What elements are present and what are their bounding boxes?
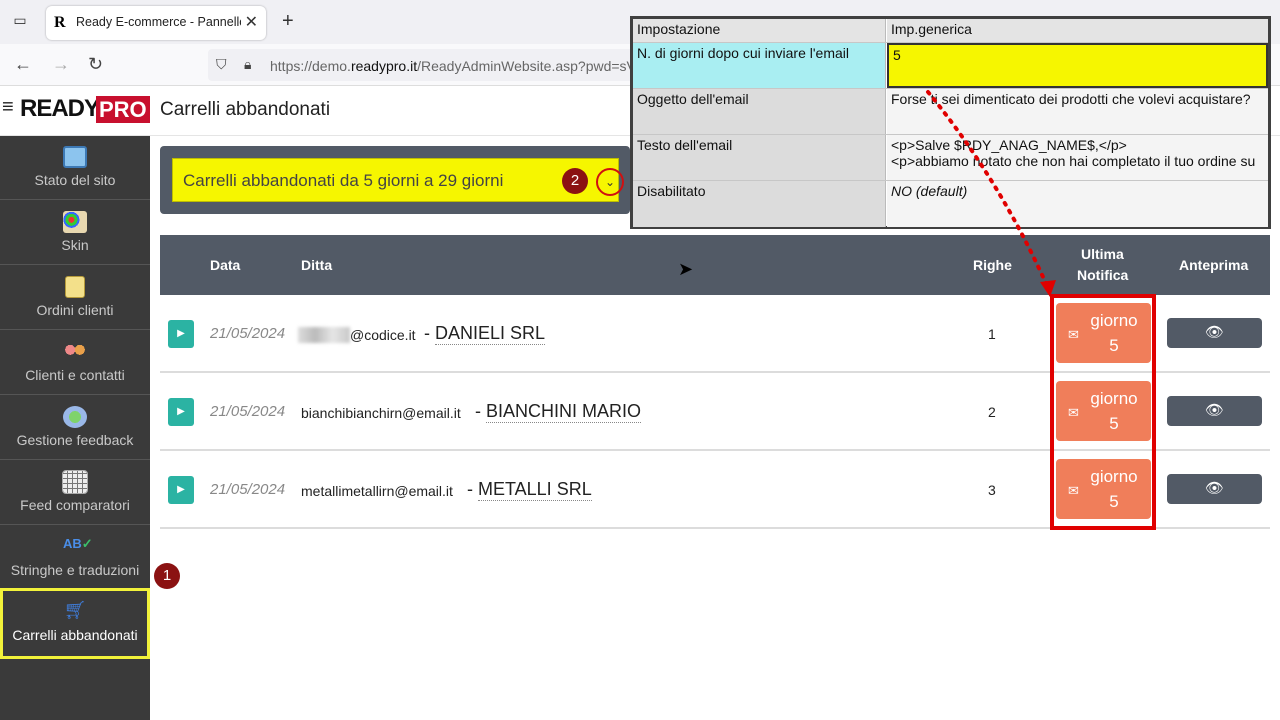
monitor-icon xyxy=(63,146,87,168)
chevron-down-icon[interactable]: ⌄ xyxy=(596,168,624,196)
redacted-email-part xyxy=(298,327,350,343)
step-marker-2: 2 xyxy=(562,168,588,194)
row-righe: 1 xyxy=(988,326,996,342)
column-header-anteprima: Anteprima xyxy=(1179,257,1249,273)
table-header: Data Ditta Righe Ultima Notifica Antepri… xyxy=(160,235,1270,295)
logo-ready: READY xyxy=(20,95,100,122)
ab-check-icon: AB✓ xyxy=(63,536,93,551)
filter-panel: Carrelli abbandonati da 5 giorni a 29 gi… xyxy=(160,146,630,214)
row-company-link[interactable]: METALLI SRL xyxy=(478,479,592,501)
column-header-notifica: Notifica xyxy=(1077,267,1129,283)
sidebar-item-label: Clienti e contatti xyxy=(25,367,125,383)
address-bar[interactable]: ⛉ 🔒︎ https://demo.readypro.it/ReadyAdmin… xyxy=(208,49,648,81)
sidebar-item-label: Feed comparatori xyxy=(20,497,130,513)
period-select[interactable]: Carrelli abbandonati da 5 giorni a 29 gi… xyxy=(172,158,624,202)
sidebar: Stato del sito Skin Ordini clienti Clien… xyxy=(0,136,150,720)
close-icon[interactable]: ✕ xyxy=(245,12,258,32)
mouse-cursor-icon: ➤ xyxy=(678,259,694,279)
grid-icon xyxy=(62,470,88,494)
separator: - xyxy=(424,323,430,343)
settings-value-input[interactable]: 5 xyxy=(887,43,1268,88)
settings-row-testo[interactable]: Testo dell'email <p>Salve $RDY_ANAG_NAME… xyxy=(633,135,1268,181)
expand-row-icon[interactable]: ▶ xyxy=(168,320,194,348)
settings-row-oggetto[interactable]: Oggetto dell'email Forse ti sei dimentic… xyxy=(633,89,1268,135)
browser-tab[interactable]: R Ready E-commerce - Pannello ✕ xyxy=(46,6,266,40)
column-header-ditta: Ditta xyxy=(301,257,333,273)
settings-header-key: Impostazione xyxy=(633,19,886,42)
eye-icon: 👁︎ xyxy=(1204,324,1225,341)
preview-button[interactable]: 👁︎ xyxy=(1167,396,1262,426)
settings-key: Disabilitato xyxy=(633,181,886,227)
preview-button[interactable]: 👁︎ xyxy=(1167,318,1262,348)
row-company-link[interactable]: DANIELI SRL xyxy=(435,323,546,345)
new-tab-icon[interactable]: + xyxy=(282,10,294,33)
period-select-value: Carrelli abbandonati da 5 giorni a 29 gi… xyxy=(183,171,504,190)
sidebar-item-label: Gestione feedback xyxy=(16,432,134,448)
separator: - xyxy=(475,401,481,421)
reload-icon[interactable]: ↻ xyxy=(88,54,103,75)
eye-icon: 👁︎ xyxy=(1204,402,1225,419)
row-company-link[interactable]: BIANCHINI MARIO xyxy=(486,401,642,423)
row-righe: 3 xyxy=(988,482,996,498)
sidebar-item-skin[interactable]: Skin xyxy=(0,201,150,265)
palette-icon xyxy=(63,211,87,233)
eye-icon: 👁︎ xyxy=(1204,480,1225,497)
settings-key: N. di giorni dopo cui inviare l'email xyxy=(633,43,886,88)
settings-header-row: Impostazione Imp.generica xyxy=(633,19,1268,43)
column-header-data: Data xyxy=(210,257,241,273)
sidebar-item-gestione-feedback[interactable]: Gestione feedback xyxy=(0,396,150,460)
row-righe: 2 xyxy=(988,404,996,420)
shield-icon[interactable]: ⛉ xyxy=(216,56,227,73)
chat-icon xyxy=(63,406,87,428)
step-marker-1: 1 xyxy=(154,563,180,589)
sidebar-item-stato-del-sito[interactable]: Stato del sito xyxy=(0,136,150,200)
sidebar-item-label: Skin xyxy=(61,237,89,253)
sidebar-item-carrelli-abbandonati[interactable]: 🛒︎ Carrelli abbandonati xyxy=(0,588,150,659)
settings-row-giorni[interactable]: N. di giorni dopo cui inviare l'email 5 xyxy=(633,43,1268,89)
settings-value[interactable]: <p>Salve $RDY_ANAG_NAME$,</p> <p>abbiamo … xyxy=(887,135,1268,180)
back-icon[interactable]: ← xyxy=(14,54,32,75)
sidebar-item-stringhe-traduzioni[interactable]: AB✓ Stringhe e traduzioni xyxy=(0,526,150,590)
column-header-righe: Righe xyxy=(973,257,1012,273)
sidebar-item-label: Ordini clienti xyxy=(36,302,114,318)
page-title: Carrelli abbandonati xyxy=(160,99,331,120)
sidebar-item-clienti-contatti[interactable]: Clienti e contatti xyxy=(0,331,150,395)
settings-panel: Impostazione Imp.generica N. di giorni d… xyxy=(630,16,1271,229)
settings-header-value: Imp.generica xyxy=(887,19,1268,42)
expand-row-icon[interactable]: ▶ xyxy=(168,476,194,504)
document-icon xyxy=(65,276,85,298)
users-icon xyxy=(63,341,87,363)
url-text: https://demo.readypro.it/ReadyAdminWebsi… xyxy=(270,58,636,74)
settings-value[interactable]: NO (default) xyxy=(887,181,1268,227)
sidebar-item-ordini-clienti[interactable]: Ordini clienti xyxy=(0,266,150,330)
tab-title: Ready E-commerce - Pannello xyxy=(76,15,241,29)
settings-row-disabilitato[interactable]: Disabilitato NO (default) xyxy=(633,181,1268,227)
logo-pro: PRO xyxy=(96,96,150,123)
menu-icon[interactable]: ≡ xyxy=(2,96,14,119)
sidebar-item-label: Stringhe e traduzioni xyxy=(10,562,140,578)
separator: - xyxy=(467,479,473,499)
cart-icon: 🛒︎ xyxy=(63,600,87,620)
forward-icon[interactable]: → xyxy=(52,54,70,75)
sidebar-item-label: Carrelli abbandonati xyxy=(12,627,138,643)
column-header-ultima: Ultima xyxy=(1081,246,1124,262)
settings-value[interactable]: Forse ti sei dimenticato dei prodotti ch… xyxy=(887,89,1268,134)
row-date: 21/05/2024 xyxy=(210,325,286,342)
sidebar-item-label: Stato del sito xyxy=(34,172,116,188)
sidebar-item-feed-comparatori[interactable]: Feed comparatori xyxy=(0,461,150,525)
preview-button[interactable]: 👁︎ xyxy=(1167,474,1262,504)
row-date: 21/05/2024 xyxy=(210,403,286,420)
row-date: 21/05/2024 xyxy=(210,481,286,498)
row-email: metallimetallirn@email.it xyxy=(301,483,453,499)
site-favicon-icon: R xyxy=(54,14,66,31)
row-email: bianchibianchirn@email.it xyxy=(301,405,461,421)
settings-key: Oggetto dell'email xyxy=(633,89,886,134)
highlight-box xyxy=(1050,294,1156,530)
row-email: @codice.it xyxy=(350,327,416,343)
expand-row-icon[interactable]: ▶ xyxy=(168,398,194,426)
lock-icon[interactable]: 🔒︎ xyxy=(244,56,251,73)
settings-key: Testo dell'email xyxy=(633,135,886,180)
tab-overview-icon[interactable]: ▭ xyxy=(10,12,30,32)
